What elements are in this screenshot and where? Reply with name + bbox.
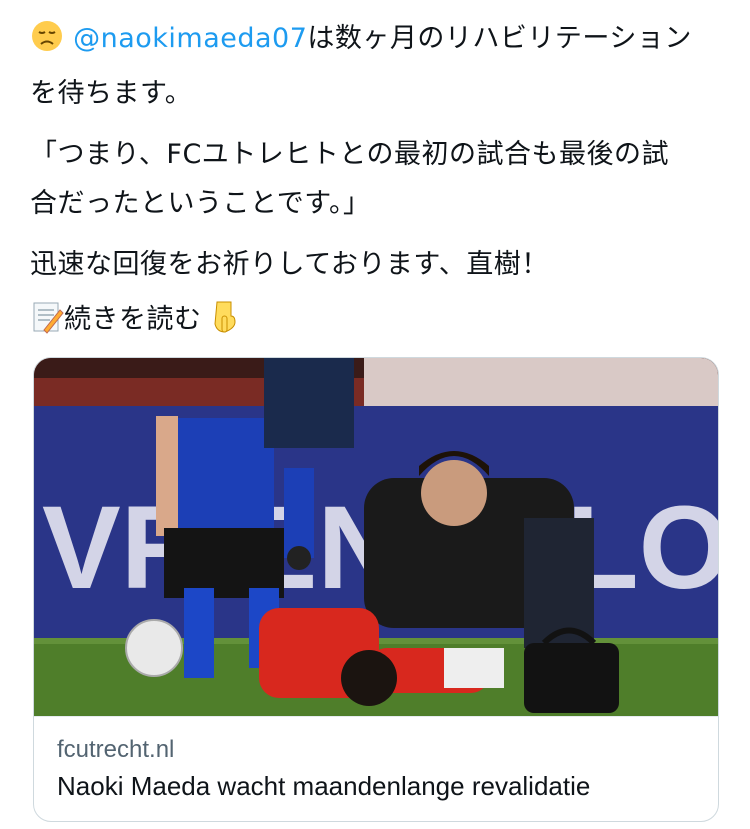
tweet-line-4: 合だったということです。」	[30, 188, 371, 219]
tweet-line-5: 迅速な回復をお祈りしております、直樹！	[30, 249, 549, 280]
card-title[interactable]: Naoki Maeda wacht maandenlange revalidat…	[57, 771, 590, 802]
tweet-line-6: 続きを読む	[30, 295, 730, 350]
link-preview-card[interactable]: VRIENDELOT fcutrecht.nl Naoki Maeda wach…	[33, 357, 719, 822]
tweet-line-3: 「つまり、FCユトレヒトとの最初の試合も最後の試	[30, 139, 670, 170]
memo-icon	[30, 300, 64, 350]
read-more-text: 続きを読む	[64, 304, 202, 335]
pointing-down-icon	[211, 298, 239, 350]
mention-link[interactable]: @naokimaeda07	[73, 23, 307, 54]
tweet-line-1: @naokimaeda07は数ヶ月のリハビリテーション	[30, 14, 730, 69]
card-image[interactable]: VRIENDELOT	[34, 358, 718, 716]
disappointed-face-icon	[30, 19, 64, 69]
tweet-text: @naokimaeda07は数ヶ月のリハビリテーション を待ちます。 「つまり、…	[30, 14, 730, 350]
tweet-line-1-text: は数ヶ月のリハビリテーション	[307, 23, 692, 54]
card-domain: fcutrecht.nl	[57, 736, 175, 763]
tweet-line-2: を待ちます。	[30, 78, 193, 109]
